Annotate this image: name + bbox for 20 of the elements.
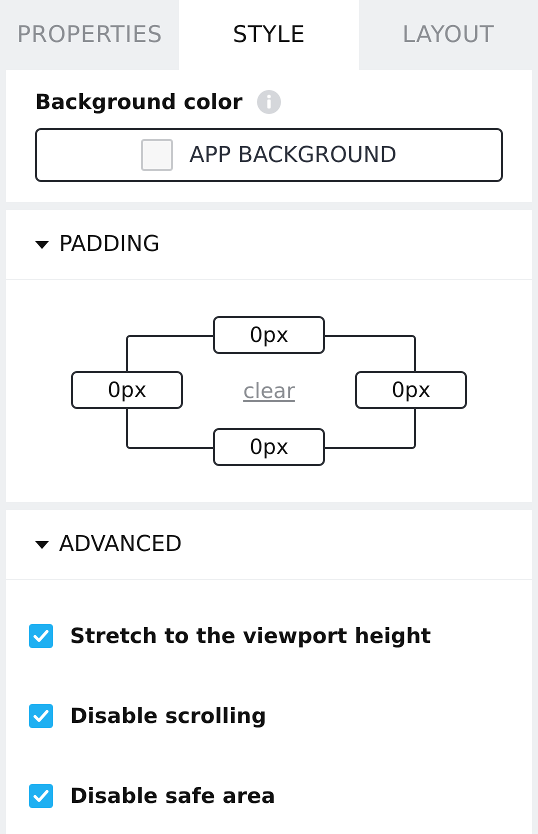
color-swatch — [141, 139, 174, 171]
option-label: Disable safe area — [70, 784, 276, 808]
option-label: Stretch to the viewport height — [70, 624, 431, 648]
padding-input[interactable]: 0px — [213, 316, 325, 354]
caret-icon — [35, 240, 49, 248]
field-label: Background color — [35, 90, 243, 114]
checkbox[interactable] — [29, 784, 53, 808]
checkmark-icon — [33, 629, 49, 643]
padding-input[interactable]: 0px — [71, 371, 183, 409]
checkbox[interactable] — [29, 624, 53, 648]
caret-icon — [35, 540, 49, 548]
info-icon[interactable] — [256, 90, 281, 114]
checkbox[interactable] — [29, 704, 53, 728]
color-picker-button[interactable]: APP BACKGROUND — [35, 128, 503, 182]
checkmark-icon — [33, 709, 49, 723]
option-label: Disable scrolling — [70, 704, 266, 728]
checkmark-icon — [33, 789, 49, 803]
padding-input[interactable]: 0px — [355, 371, 467, 409]
padding-input[interactable]: 0px — [213, 428, 325, 466]
tab[interactable]: STYLE — [179, 0, 359, 70]
